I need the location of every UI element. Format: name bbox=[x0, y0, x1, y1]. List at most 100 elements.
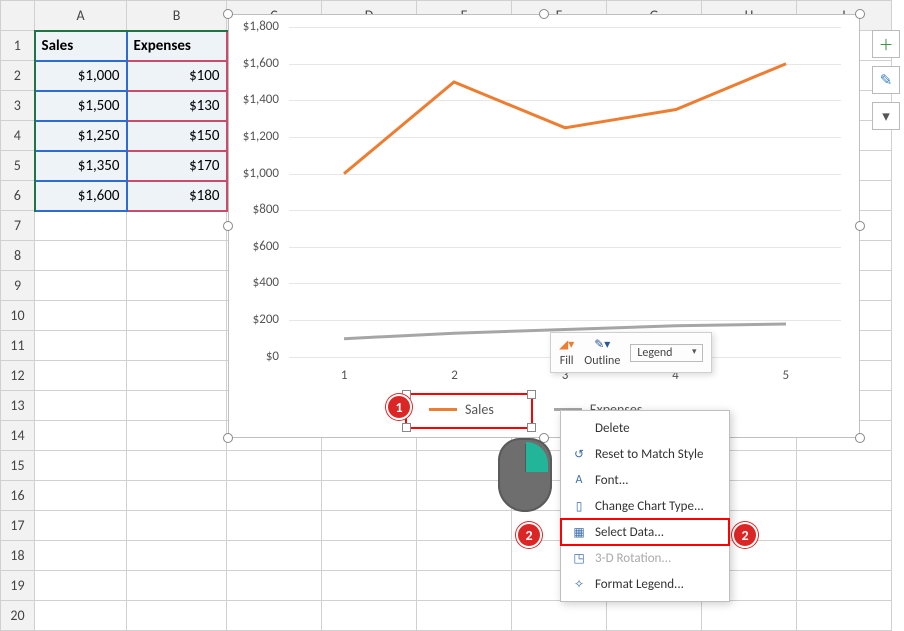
chart-resize-handle[interactable] bbox=[855, 221, 865, 231]
rotation-icon: ◳ bbox=[571, 550, 587, 566]
chart-elements-button[interactable]: ＋ bbox=[872, 30, 900, 58]
y-tick: $0 bbox=[227, 349, 279, 364]
format-icon: ✧ bbox=[571, 576, 587, 592]
chart-side-buttons: ＋ ✎ ▾ bbox=[872, 30, 900, 130]
row-header-17[interactable]: 17 bbox=[1, 511, 35, 541]
cell-B2[interactable]: $100 bbox=[127, 61, 227, 91]
row-header-4[interactable]: 4 bbox=[1, 121, 35, 151]
cell-A1[interactable]: Sales bbox=[35, 31, 127, 61]
row-header-16[interactable]: 16 bbox=[1, 481, 35, 511]
ctx-label: Change Chart Type... bbox=[595, 499, 704, 514]
ctx-reset[interactable]: ↺ Reset to Match Style bbox=[561, 441, 729, 467]
y-tick: $200 bbox=[227, 312, 279, 327]
pencil-icon: ✎▾ bbox=[594, 337, 610, 352]
chart-resize-handle[interactable] bbox=[223, 433, 233, 443]
ctx-change-type[interactable]: ▯ Change Chart Type... bbox=[561, 493, 729, 519]
callout-2-right: 2 bbox=[732, 522, 758, 548]
chart-resize-handle[interactable] bbox=[855, 9, 865, 19]
row-header-12[interactable]: 12 bbox=[1, 361, 35, 391]
cell-A4[interactable]: $1,250 bbox=[35, 121, 127, 151]
plot-area[interactable]: $1,800 $1,600 $1,400 $1,200 $1,000 $800 … bbox=[289, 27, 841, 357]
cell-A2[interactable]: $1,000 bbox=[35, 61, 127, 91]
legend-handle[interactable] bbox=[527, 390, 536, 399]
fill-button[interactable]: ◢▾ Fill bbox=[559, 337, 574, 368]
cell-B6[interactable]: $180 bbox=[127, 181, 227, 211]
embedded-chart[interactable]: $1,800 $1,600 $1,400 $1,200 $1,000 $800 … bbox=[228, 14, 860, 438]
col-header-B[interactable]: B bbox=[127, 1, 227, 31]
callout-1: 1 bbox=[386, 394, 412, 420]
cell-B3[interactable]: $130 bbox=[127, 91, 227, 121]
ctx-label: 3-D Rotation... bbox=[595, 551, 671, 566]
y-tick: $1,400 bbox=[227, 92, 279, 107]
x-tick: 5 bbox=[783, 368, 790, 383]
y-tick: $1,800 bbox=[227, 19, 279, 34]
row-header-3[interactable]: 3 bbox=[1, 91, 35, 121]
row-header-9[interactable]: 9 bbox=[1, 271, 35, 301]
cell-A5[interactable]: $1,350 bbox=[35, 151, 127, 181]
row-header-11[interactable]: 11 bbox=[1, 331, 35, 361]
legend-handle[interactable] bbox=[527, 423, 536, 432]
row-header-8[interactable]: 8 bbox=[1, 241, 35, 271]
fill-label: Fill bbox=[560, 354, 574, 368]
ctx-label: Font... bbox=[595, 473, 629, 488]
y-tick: $1,200 bbox=[227, 129, 279, 144]
context-menu: Delete ↺ Reset to Match Style A Font... ▯ C… bbox=[560, 410, 730, 602]
row-header-1[interactable]: 1 bbox=[1, 31, 35, 61]
select-data-icon: ▦ bbox=[571, 524, 587, 540]
delete-icon bbox=[571, 420, 587, 436]
row-header-13[interactable]: 13 bbox=[1, 391, 35, 421]
ctx-delete[interactable]: Delete bbox=[561, 415, 729, 441]
x-tick: 1 bbox=[341, 368, 348, 383]
chart-resize-handle[interactable] bbox=[539, 9, 549, 19]
legend-handle[interactable] bbox=[402, 423, 411, 432]
legend-selection-box bbox=[405, 393, 533, 429]
mouse-right-button-highlight bbox=[526, 442, 548, 472]
element-type-dropdown[interactable]: Legend bbox=[630, 344, 703, 362]
ctx-label: Select Data... bbox=[595, 525, 664, 540]
row-header-20[interactable]: 20 bbox=[1, 601, 35, 631]
callout-2: 2 bbox=[516, 522, 542, 548]
cell-A3[interactable]: $1,500 bbox=[35, 91, 127, 121]
ctx-label: Reset to Match Style bbox=[595, 447, 703, 462]
x-tick: 2 bbox=[451, 368, 458, 383]
funnel-icon: ▾ bbox=[882, 107, 890, 126]
y-tick: $400 bbox=[227, 275, 279, 290]
reset-icon: ↺ bbox=[571, 446, 587, 462]
y-tick: $1,600 bbox=[227, 56, 279, 71]
row-header-6[interactable]: 6 bbox=[1, 181, 35, 211]
row-header-15[interactable]: 15 bbox=[1, 451, 35, 481]
outline-button[interactable]: ✎▾ Outline bbox=[584, 337, 620, 368]
row-header-2[interactable]: 2 bbox=[1, 61, 35, 91]
chart-resize-handle[interactable] bbox=[223, 221, 233, 231]
cell-B4[interactable]: $150 bbox=[127, 121, 227, 151]
chart-lines bbox=[289, 27, 841, 357]
row-header-14[interactable]: 14 bbox=[1, 421, 35, 451]
col-header-A[interactable]: A bbox=[35, 1, 127, 31]
mouse-graphic bbox=[498, 438, 552, 512]
ctx-font[interactable]: A Font... bbox=[561, 467, 729, 493]
cell-A6[interactable]: $1,600 bbox=[35, 181, 127, 211]
chart-resize-handle[interactable] bbox=[855, 433, 865, 443]
select-all-corner[interactable] bbox=[1, 1, 35, 31]
chart-resize-handle[interactable] bbox=[223, 9, 233, 19]
font-icon: A bbox=[571, 472, 587, 488]
ctx-select-data[interactable]: ▦ Select Data... bbox=[561, 519, 729, 545]
y-tick: $1,000 bbox=[227, 166, 279, 181]
row-header-19[interactable]: 19 bbox=[1, 571, 35, 601]
cell-B1[interactable]: Expenses bbox=[127, 31, 227, 61]
y-tick: $800 bbox=[227, 202, 279, 217]
cell-B5[interactable]: $170 bbox=[127, 151, 227, 181]
ctx-format-legend[interactable]: ✧ Format Legend... bbox=[561, 571, 729, 597]
ctx-label: Format Legend... bbox=[595, 577, 684, 592]
row-header-18[interactable]: 18 bbox=[1, 541, 35, 571]
row-header-7[interactable]: 7 bbox=[1, 211, 35, 241]
y-tick: $600 bbox=[227, 239, 279, 254]
chart-filters-button[interactable]: ▾ bbox=[872, 102, 900, 130]
row-header-5[interactable]: 5 bbox=[1, 151, 35, 181]
ctx-3d-rotation: ◳ 3-D Rotation... bbox=[561, 545, 729, 571]
chart-styles-button[interactable]: ✎ bbox=[872, 66, 900, 94]
paint-bucket-icon: ◢▾ bbox=[559, 337, 574, 352]
row-header-10[interactable]: 10 bbox=[1, 301, 35, 331]
ctx-label: Delete bbox=[595, 421, 630, 436]
chart-type-icon: ▯ bbox=[571, 498, 587, 514]
